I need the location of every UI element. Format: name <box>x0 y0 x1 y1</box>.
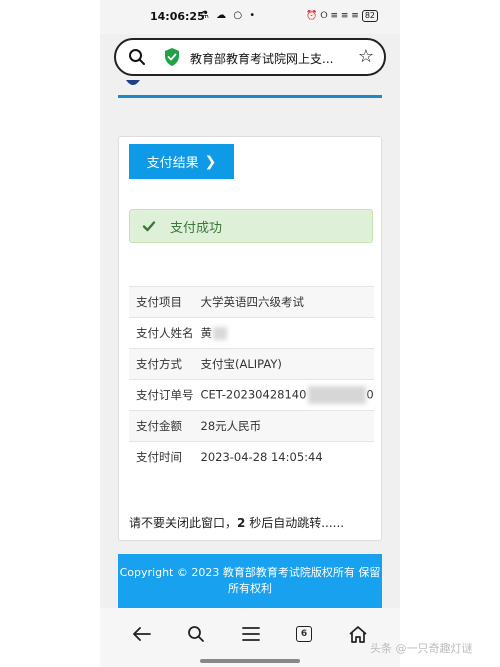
table-row: 支付方式 支付宝(ALIPAY) <box>129 348 374 380</box>
redacted-blur <box>308 386 367 404</box>
copyright-text: Copyright © 2023 教育部教育考试院版权所有 保留所有权利 <box>119 566 381 595</box>
row-value-order: CET-20230428140 0 <box>194 380 374 411</box>
chevron-right-icon: ❯ <box>204 153 217 170</box>
menu-button[interactable] <box>239 622 263 646</box>
table-row: 支付人姓名 黄 <box>129 317 374 349</box>
watermark: 头条 @一只奇趣灯谜 <box>370 642 473 655</box>
bookmark-star-icon[interactable]: ☆ <box>358 46 374 67</box>
success-alert: 支付成功 <box>129 209 373 243</box>
address-bar[interactable]: 教育部教育考试院网上支... ☆ <box>114 38 386 76</box>
arrow-left-icon <box>133 627 151 641</box>
table-row: 支付订单号 CET-20230428140 0 <box>129 379 374 411</box>
home-button[interactable] <box>346 622 370 646</box>
row-key: 支付项目 <box>136 295 182 309</box>
gesture-bar[interactable] <box>200 659 300 663</box>
table-row: 支付项目 大学英语四六级考试 <box>129 286 374 318</box>
menu-icon <box>242 627 260 641</box>
payment-result-label: 支付结果 <box>146 156 199 171</box>
redirect-suffix: 秒后自动跳转...... <box>245 516 345 530</box>
row-key: 支付时间 <box>136 450 182 465</box>
back-button[interactable] <box>130 622 154 646</box>
row-value: 28元人民币 <box>200 419 262 433</box>
success-message: 支付成功 <box>170 220 223 236</box>
search-icon[interactable] <box>128 48 146 66</box>
redacted-blur <box>213 327 227 340</box>
row-key: 支付金额 <box>136 419 182 433</box>
payment-result-button[interactable]: 支付结果 ❯ <box>129 144 234 179</box>
table-row: 支付时间 2023-04-28 14:05:44 <box>129 441 374 473</box>
row-key: 支付方式 <box>136 357 182 371</box>
header-divider <box>118 95 382 98</box>
redirect-notice: 请不要关闭此窗口，2 秒后自动跳转...... <box>129 514 344 531</box>
url-text[interactable]: 教育部教育考试院网上支... <box>190 50 333 67</box>
battery-icon: 82 <box>361 10 378 22</box>
row-key: 支付人姓名 <box>136 326 194 340</box>
check-icon <box>142 221 156 232</box>
phone-screen: 14:06:25 ⚗ ☁ ○ • ⏰ ⭘ ≡ ≡ ≡ 82 教育部教育考试院网上… <box>100 0 400 667</box>
order-number: CET-20230428140 <box>200 387 307 402</box>
tab-count-icon: 6 <box>296 626 312 642</box>
payment-details-table: 支付项目 大学英语四六级考试 支付人姓名 黄 支付方式 支付宝(ALIPAY) … <box>129 286 374 473</box>
logo-fragment-icon <box>126 80 140 85</box>
system-indicator-icons: ⏰ ⭘ ≡ ≡ ≡ <box>306 11 359 21</box>
redirect-prefix: 请不要关闭此窗口， <box>129 516 238 530</box>
search-icon <box>188 626 204 642</box>
row-value-name: 黄 <box>194 318 374 349</box>
row-key: 支付订单号 <box>136 388 194 402</box>
row-value: 支付宝(ALIPAY) <box>200 357 282 371</box>
page-footer: Copyright © 2023 教育部教育考试院版权所有 保留所有权利 <box>118 554 382 608</box>
payer-name: 黄 <box>200 326 213 340</box>
status-time: 14:06:25 <box>150 10 205 23</box>
browser-nav-bar: 6 <box>100 608 400 667</box>
payment-result-card: 支付结果 ❯ 支付成功 支付项目 大学英语四六级考试 支付人姓名 黄 支付方式 … <box>118 136 382 541</box>
tabs-button[interactable]: 6 <box>292 622 316 646</box>
page-header-fragment <box>118 80 382 98</box>
shield-check-icon[interactable] <box>164 48 180 66</box>
status-bar: 14:06:25 ⚗ ☁ ○ • ⏰ ⭘ ≡ ≡ ≡ 82 <box>100 0 400 34</box>
row-value: 2023-04-28 14:05:44 <box>200 450 323 465</box>
order-number-suffix: 0 <box>366 387 374 402</box>
table-row: 支付金额 28元人民币 <box>129 410 374 442</box>
search-button[interactable] <box>184 622 208 646</box>
row-value: 大学英语四六级考试 <box>200 295 305 309</box>
home-icon <box>349 625 367 643</box>
system-icons: ⏰ ⭘ ≡ ≡ ≡ 82 <box>306 10 378 22</box>
notification-icons: ⚗ ☁ ○ • <box>200 10 258 21</box>
